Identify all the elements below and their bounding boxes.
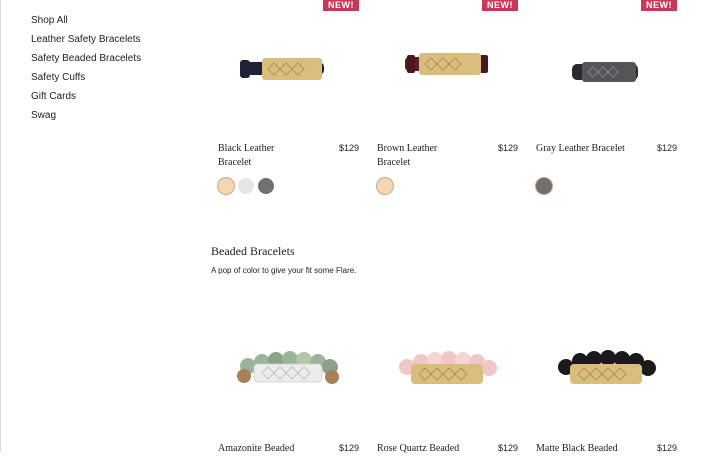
new-badge: NEW! — [641, 0, 677, 11]
sidebar-item-safety-cuffs[interactable]: Safety Cuffs — [31, 71, 141, 90]
product-card-rose-quartz[interactable]: Rose Quartz Beaded $129 — [377, 320, 518, 454]
product-name[interactable]: Matte Black Beaded — [536, 442, 636, 456]
sidebar-item-gift-cards[interactable]: Gift Cards — [31, 90, 141, 109]
product-image[interactable] — [218, 320, 359, 420]
sidebar-item-safety-beaded-bracelets[interactable]: Safety Beaded Bracelets — [31, 52, 141, 71]
product-card-black-leather[interactable]: NEW! Black Leather Bracelet $129 — [218, 0, 359, 200]
product-image[interactable] — [377, 17, 518, 117]
product-card-amazonite[interactable]: Amazonite Beaded $129 — [218, 320, 359, 454]
product-name[interactable]: Amazonite Beaded — [218, 442, 318, 456]
new-badge: NEW! — [482, 0, 518, 11]
product-name[interactable]: Black Leather Bracelet — [218, 142, 303, 170]
category-sidebar: Shop All Leather Safety Bracelets Safety… — [31, 14, 141, 128]
new-badge: NEW! — [323, 0, 359, 11]
product-image[interactable] — [218, 20, 359, 120]
product-name[interactable]: Gray Leather Bracelet — [536, 142, 636, 156]
swatch-gunmetal[interactable] — [536, 178, 552, 194]
product-price: $129 — [497, 143, 518, 153]
product-image[interactable] — [377, 320, 518, 420]
product-price: $129 — [338, 143, 359, 153]
swatch-gunmetal[interactable] — [258, 178, 274, 194]
section-subtitle-beaded: A pop of color to give your fit some Fla… — [211, 266, 357, 275]
swatch-gold[interactable] — [218, 178, 234, 194]
product-name[interactable]: Rose Quartz Beaded — [377, 442, 477, 456]
color-swatches — [218, 178, 274, 194]
sidebar-item-swag[interactable]: Swag — [31, 109, 141, 128]
product-name[interactable]: Brown Leather Bracelet — [377, 142, 462, 170]
sidebar-item-shop-all[interactable]: Shop All — [31, 14, 141, 33]
product-image[interactable] — [536, 320, 677, 420]
product-card-matte-black[interactable]: Matte Black Beaded $129 — [536, 320, 677, 454]
swatch-gold[interactable] — [377, 178, 393, 194]
section-title-beaded: Beaded Bracelets — [211, 244, 295, 258]
product-price: $129 — [656, 143, 677, 153]
sidebar-item-leather-safety-bracelets[interactable]: Leather Safety Bracelets — [31, 33, 141, 52]
color-swatches — [536, 178, 552, 194]
color-swatches — [377, 178, 393, 194]
product-card-gray-leather[interactable]: NEW! Gray Leather Bracelet $129 — [536, 0, 677, 200]
product-image[interactable] — [536, 22, 677, 122]
left-border — [0, 0, 1, 452]
swatch-silver[interactable] — [238, 178, 254, 194]
product-card-brown-leather[interactable]: NEW! Brown Leather Bracelet $129 — [377, 0, 518, 200]
